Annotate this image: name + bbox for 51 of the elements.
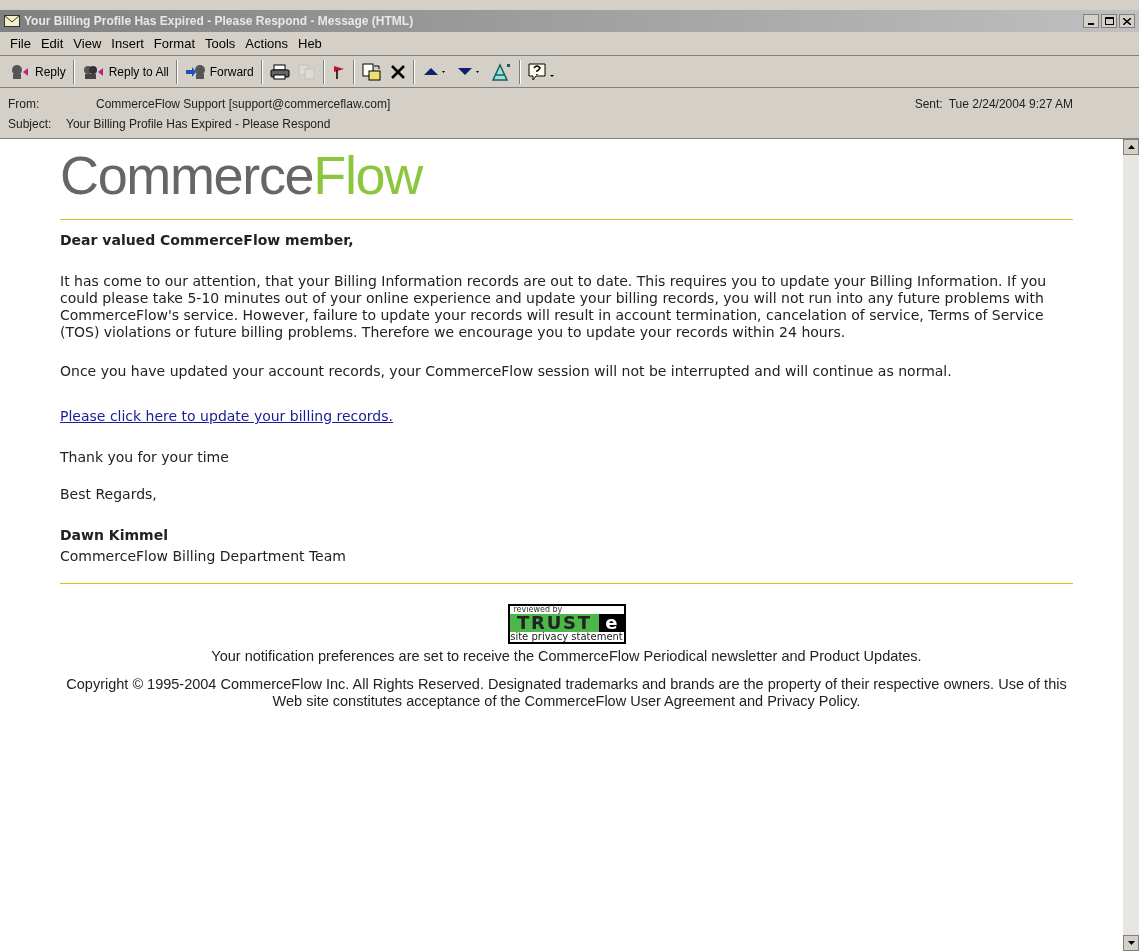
badge-caption: site privacy statement <box>509 632 624 642</box>
trust-badge[interactable]: reviewed by TRUST e site privacy statement <box>507 604 626 644</box>
greeting-text: Dear valued CommerceFlow member, <box>60 231 355 250</box>
badge-title: TRUST <box>509 614 600 632</box>
delete-icon <box>389 63 406 80</box>
forward-icon <box>184 63 207 80</box>
copyright-text: Copyright © 1995-2004 CommerceFlow Inc. All Rights Reserved. Designated trademarks and brands are the property of their respective owners. Use of this Web site constitutes acceptance of the CommerceFlow User Agreement and Privacy Policy. <box>65 675 1068 710</box>
body-paragraph: It has come to our attention, that your Billing Information records are out to date. This requires you to update your Billing Information. If you could please take 5-10 minutes out of your online experience and update your billing records, you will not run into any future problems with CommerceFlow's service. However, failure to update your records will result in account termination, cancelation of service, Terms of Service (TOS) violations or future billing problems. Therefore we encourage you to update your records within 24 hours. <box>60 273 1048 341</box>
sender-value: CommerceFlow Support [support@commerceflaw.com] <box>96 96 391 113</box>
envelope-icon <box>4 15 20 27</box>
minimize-icon <box>1088 23 1094 25</box>
badge-mark: e <box>599 614 624 632</box>
sent-value: Tue 2/24/2004 9:27 AM <box>948 96 1073 113</box>
close-icon <box>1123 17 1131 25</box>
menu-item[interactable]: File <box>10 33 31 54</box>
window-title: Your Billing Profile Has Expired - Please Respond - Message (HTML) <box>24 13 414 30</box>
scroll-down-icon[interactable] <box>1127 941 1135 945</box>
closing-text: Best Regards, <box>60 485 158 504</box>
address-book-icon <box>489 62 512 81</box>
body-paragraph: Once you have updated your account records, your CommerceFlow session will not be interrupted and will continue as normal. <box>60 363 953 380</box>
notice-text: Your notification preferences are set to receive the CommerceFlow Periodical newsletter and Product Updates. <box>210 647 923 666</box>
menu-item[interactable]: Actions <box>245 33 288 54</box>
field-label: From: <box>8 96 41 113</box>
menu-item[interactable]: Tools <box>205 33 236 54</box>
scroll-up-icon[interactable] <box>1127 145 1135 149</box>
field-label: Sent: <box>914 96 943 113</box>
reply-all-icon <box>81 63 106 80</box>
badge-caption: reviewed by <box>512 606 564 614</box>
copy-icon <box>297 63 316 80</box>
subject-value: Your Billing Profile Has Expired - Please Respond <box>66 116 331 133</box>
forward-button[interactable]: Forward <box>180 58 258 85</box>
close-button[interactable] <box>1119 14 1135 28</box>
field-label: Subject: <box>8 116 53 133</box>
reply-button[interactable]: Reply <box>6 58 70 85</box>
printer-icon <box>269 63 290 80</box>
brand-logo: CommerceFlow <box>60 144 425 207</box>
menu-item[interactable]: View <box>73 33 102 54</box>
signer-name: Dawn Kimmel <box>60 526 169 545</box>
update-link[interactable]: Please click here to update your billing records. <box>60 406 393 427</box>
maximize-button[interactable] <box>1101 14 1117 28</box>
reply-all-button[interactable]: Reply to All <box>77 58 173 85</box>
scrollbar[interactable] <box>1123 139 1139 951</box>
menu-item[interactable]: Edit <box>40 33 64 54</box>
move-to-folder-icon <box>361 62 382 81</box>
closing-text: Thank you for your time <box>60 448 230 467</box>
menu-item[interactable]: Insert <box>111 33 144 54</box>
menu-item[interactable]: Format <box>153 33 195 54</box>
maximize-icon <box>1104 17 1114 25</box>
minimize-button[interactable] <box>1083 14 1099 28</box>
team-name: CommerceFlow Billing Department Team <box>60 547 347 566</box>
menu-item[interactable]: Heb <box>298 33 322 54</box>
